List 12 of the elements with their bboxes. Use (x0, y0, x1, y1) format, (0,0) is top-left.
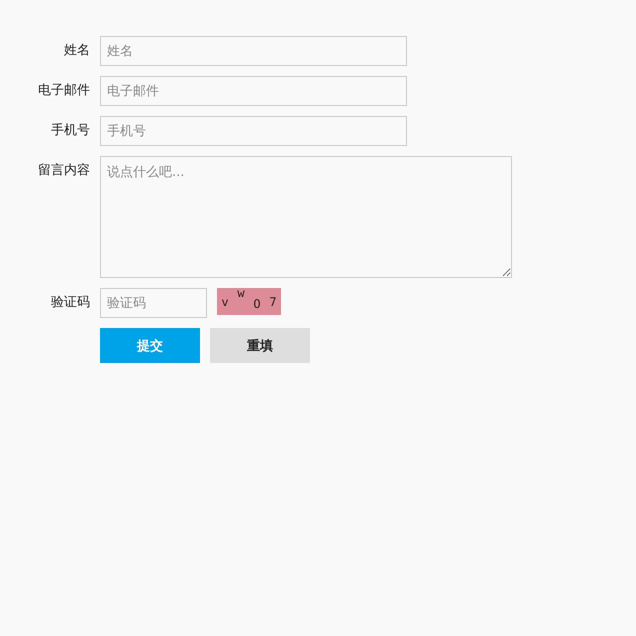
field-label: 姓名 (63, 42, 91, 60)
input-field[interactable]: 姓名 (100, 36, 407, 66)
field-label: 电子邮件 (37, 82, 91, 100)
input-field[interactable]: 电子邮件 (100, 76, 407, 106)
reset-button[interactable]: 重填 (210, 328, 310, 363)
input-field[interactable]: 手机号 (100, 116, 407, 146)
captcha-image[interactable]: v w O 7 (217, 288, 281, 315)
field-label: 手机号 (50, 122, 91, 140)
message-field[interactable]: 说点什么吧... (100, 156, 512, 278)
field-label: 留言内容 (37, 162, 91, 180)
captcha-field[interactable]: 验证码 (100, 288, 207, 318)
field-label: 验证码 (50, 294, 91, 312)
